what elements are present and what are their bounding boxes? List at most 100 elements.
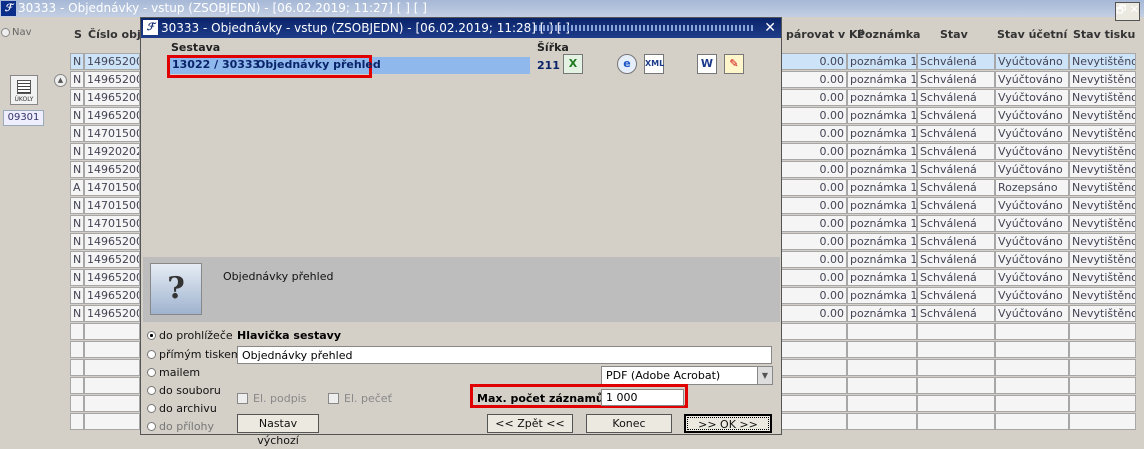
cell-state: Schválená	[917, 233, 995, 250]
acrobat-export-icon[interactable]: ✎	[724, 54, 744, 74]
cell-accounting-state: Vyúčtováno	[995, 269, 1069, 286]
cell-amount	[780, 359, 847, 376]
output-option-print[interactable]: přímým tiskem	[147, 348, 242, 361]
cell-amount: 0.00	[780, 161, 847, 178]
option-label: do přílohy	[159, 420, 215, 433]
cell-state: Schválená	[917, 107, 995, 124]
output-option-viewer[interactable]: do prohlížeče	[147, 329, 233, 342]
el-seal-checkbox[interactable]: El. pečeť	[328, 392, 392, 405]
col-header-stav[interactable]: Stav	[940, 28, 968, 41]
option-label: přímým tiskem	[159, 348, 242, 361]
cell-accounting-state: Vyúčtováno	[995, 71, 1069, 88]
report-info-text: Objednávky přehled	[223, 270, 334, 283]
cell-order-number: 149652001	[84, 287, 140, 304]
format-select[interactable]: PDF (Adobe Acrobat) ▼	[601, 366, 773, 385]
cell-amount: 0.00	[780, 197, 847, 214]
cell-state	[917, 341, 995, 358]
output-option-archive[interactable]: do archivu	[147, 402, 217, 415]
col-header-stav-ucetni[interactable]: Stav účetní	[997, 28, 1067, 41]
cell-s	[70, 341, 84, 358]
el-signature-checkbox[interactable]: El. podpis	[237, 392, 306, 405]
cell-note	[847, 341, 917, 358]
cell-print-state: Nevytištěno	[1069, 71, 1136, 88]
cell-amount	[780, 323, 847, 340]
cell-print-state	[1069, 341, 1136, 358]
cell-accounting-state: Vyúčtováno	[995, 287, 1069, 304]
cell-accounting-state	[995, 359, 1069, 376]
cell-note: poznámka 147282	[847, 251, 917, 268]
nav-radio[interactable]: Nav	[1, 27, 32, 38]
dialog-title: 30333 - Objednávky - vstup (ZSOBJEDN) - …	[161, 21, 570, 35]
cell-note: poznámka 148341	[847, 269, 917, 286]
window-controls[interactable]: 🗗 ✕	[1114, 2, 1140, 21]
cell-accounting-state: Vyúčtováno	[995, 143, 1069, 160]
cell-order-number: 149652003	[84, 233, 140, 250]
cell-state	[917, 413, 995, 430]
nav-radio-icon	[1, 28, 10, 37]
cell-amount: 0.00	[780, 53, 847, 70]
record-number-field[interactable]: 09301	[3, 110, 44, 126]
left-panel: Nav ÚKOLY 09301	[0, 17, 52, 435]
word-export-icon[interactable]: W	[697, 54, 717, 74]
cell-amount	[780, 377, 847, 394]
cell-amount: 0.00	[780, 71, 847, 88]
report-width: 211	[537, 59, 560, 72]
cell-amount: 0.00	[780, 287, 847, 304]
output-option-attachment[interactable]: do přílohy	[147, 420, 214, 433]
excel-export-icon[interactable]: X	[563, 54, 583, 74]
back-button[interactable]: << Zpět <<	[487, 414, 573, 433]
tasks-button[interactable]: ÚKOLY	[10, 75, 38, 105]
cell-print-state: Nevytištěno	[1069, 107, 1136, 124]
col-header-poznamka[interactable]: Poznámka	[857, 28, 920, 41]
cell-s: A	[70, 179, 84, 196]
output-option-mail[interactable]: mailem	[147, 366, 200, 379]
cell-state: Schválená	[917, 251, 995, 268]
cell-order-number: 147015003	[84, 197, 140, 214]
cell-state: Schválená	[917, 305, 995, 322]
internet-explorer-icon[interactable]: e	[617, 54, 637, 74]
end-button[interactable]: Konec	[586, 414, 672, 433]
cell-accounting-state: Rozepsáno	[995, 179, 1069, 196]
cell-state	[917, 359, 995, 376]
el-signature-label: El. podpis	[253, 392, 307, 405]
cell-state: Schválená	[917, 125, 995, 142]
col-header-stav-tisku[interactable]: Stav tisku	[1073, 28, 1135, 41]
option-label: do souboru	[159, 384, 221, 397]
cell-amount: 0.00	[780, 179, 847, 196]
cell-amount	[780, 413, 847, 430]
max-records-input[interactable]	[601, 389, 684, 406]
report-header-input[interactable]	[237, 346, 772, 364]
scroll-up-icon[interactable]: ▲	[54, 74, 67, 87]
printer-help-icon: ?	[150, 263, 202, 315]
grid-scrollbar[interactable]: ▲	[53, 17, 68, 435]
cell-accounting-state	[995, 323, 1069, 340]
xml-export-icon[interactable]: XML	[644, 54, 664, 74]
cell-print-state: Nevytištěno	[1069, 53, 1136, 70]
dialog-titlebar[interactable]: ℱ 30333 - Objednávky - vstup (ZSOBJEDN) …	[141, 18, 781, 38]
radio-selected-icon	[147, 331, 156, 340]
cell-note	[847, 377, 917, 394]
set-default-button[interactable]: Nastav výchozí	[237, 414, 319, 447]
cell-note: poznámka 149189	[847, 179, 917, 196]
output-option-file[interactable]: do souboru	[147, 384, 221, 397]
cell-note: poznámka 158178	[847, 53, 917, 70]
cell-note: poznámka 149191	[847, 197, 917, 214]
chevron-down-icon[interactable]: ▼	[757, 367, 772, 384]
cell-note	[847, 323, 917, 340]
cell-note: poznámka 149190	[847, 215, 917, 232]
cell-order-number: 149652002	[84, 269, 140, 286]
cell-amount: 0.00	[780, 215, 847, 232]
report-info-bar: ? Objednávky přehled	[143, 257, 780, 322]
col-header-cislo[interactable]: Číslo obj.	[88, 28, 145, 41]
cell-s: N	[70, 215, 84, 232]
cell-print-state: Nevytištěno	[1069, 125, 1136, 142]
col-header-s[interactable]: S	[74, 28, 82, 41]
close-icon[interactable]: ✕	[764, 18, 776, 38]
col-header-sparovat[interactable]: párovat v Kč	[786, 28, 864, 41]
ok-button[interactable]: >> OK >>	[684, 414, 772, 433]
cell-order-number: 147015007	[84, 125, 140, 142]
cell-note	[847, 395, 917, 412]
cell-state	[917, 395, 995, 412]
cell-note: poznámka 159862	[847, 71, 917, 88]
cell-s: N	[70, 107, 84, 124]
